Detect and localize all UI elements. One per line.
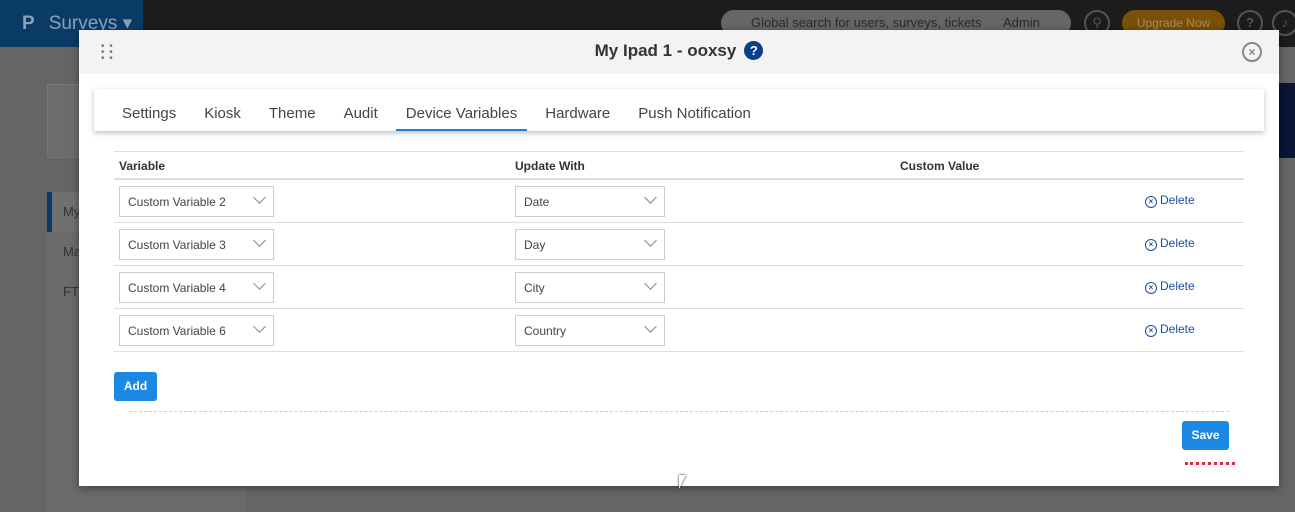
chevron-down-icon xyxy=(253,277,266,290)
selected-value: Country xyxy=(524,324,567,338)
update-with-select[interactable]: Day xyxy=(515,229,665,260)
variable-select[interactable]: Custom Variable 6 xyxy=(119,315,274,346)
background-banner xyxy=(1279,83,1295,158)
account-dropdown[interactable]: Admin xyxy=(1003,15,1040,30)
selected-value: City xyxy=(524,281,545,295)
chevron-down-icon xyxy=(644,191,657,204)
search-placeholder: Global search for users, surveys, ticket… xyxy=(751,15,982,30)
variable-select[interactable]: Custom Variable 3 xyxy=(119,229,274,260)
table-row: Custom Variable 4 City × Delete xyxy=(114,266,1244,309)
chevron-down-icon xyxy=(253,234,266,247)
delete-label: Delete xyxy=(1160,322,1195,336)
delete-button[interactable]: × Delete xyxy=(1145,279,1195,294)
delete-label: Delete xyxy=(1160,279,1195,293)
device-modal: • • • • • • My Ipad 1 - ooxsy? × Settings … xyxy=(79,30,1279,486)
table-header: Variable Update With Custom Value xyxy=(114,151,1244,180)
close-circle-icon: × xyxy=(1145,196,1157,208)
delete-button[interactable]: × Delete xyxy=(1145,322,1195,337)
selected-value: Date xyxy=(524,195,550,209)
selected-value: Custom Variable 2 xyxy=(128,195,226,209)
chevron-down-icon xyxy=(644,277,657,290)
variable-select[interactable]: Custom Variable 2 xyxy=(119,186,274,217)
close-circle-icon: × xyxy=(1145,239,1157,251)
tab-bar: Settings Kiosk Theme Audit Device Variab… xyxy=(94,89,1264,131)
tab-kiosk[interactable]: Kiosk xyxy=(204,89,241,131)
add-button[interactable]: Add xyxy=(114,372,157,401)
modal-title: My Ipad 1 - ooxsy xyxy=(594,41,737,60)
selected-value: Custom Variable 6 xyxy=(128,324,226,338)
close-circle-icon: × xyxy=(1145,325,1157,337)
delete-button[interactable]: × Delete xyxy=(1145,193,1195,208)
close-circle-icon: × xyxy=(1145,282,1157,294)
chevron-down-icon xyxy=(253,320,266,333)
update-with-select[interactable]: Country xyxy=(515,315,665,346)
mouse-cursor xyxy=(679,475,686,489)
table-row: Custom Variable 6 Country × Delete xyxy=(114,309,1244,352)
column-header: Variable xyxy=(119,159,166,173)
tab-push-notification[interactable]: Push Notification xyxy=(638,89,751,131)
selected-value: Custom Variable 3 xyxy=(128,238,226,252)
variables-table: Variable Update With Custom Value Custom… xyxy=(114,151,1244,352)
delete-label: Delete xyxy=(1160,236,1195,250)
delete-button[interactable]: × Delete xyxy=(1145,236,1195,251)
chevron-down-icon xyxy=(253,191,266,204)
column-header: Custom Value xyxy=(900,159,980,173)
close-icon[interactable]: × xyxy=(1242,42,1262,62)
table-row: Custom Variable 2 Date × Delete xyxy=(114,180,1244,223)
selected-value: Day xyxy=(524,238,546,252)
modal-header: • • • • • • My Ipad 1 - ooxsy? × xyxy=(79,30,1279,74)
tab-theme[interactable]: Theme xyxy=(269,89,316,131)
column-header: Update With xyxy=(515,159,585,173)
table-row: Custom Variable 3 Day × Delete xyxy=(114,223,1244,266)
tab-device-variables[interactable]: Device Variables xyxy=(395,89,528,131)
delete-label: Delete xyxy=(1160,193,1195,207)
selected-value: Custom Variable 4 xyxy=(128,281,226,295)
tab-hardware[interactable]: Hardware xyxy=(545,89,610,131)
update-with-select[interactable]: City xyxy=(515,272,665,303)
variable-select[interactable]: Custom Variable 4 xyxy=(119,272,274,303)
logo-icon: P xyxy=(22,13,35,34)
chevron-down-icon xyxy=(644,320,657,333)
tab-settings[interactable]: Settings xyxy=(122,89,176,131)
help-icon[interactable]: ? xyxy=(744,41,764,60)
divider xyxy=(129,411,1229,412)
save-button[interactable]: Save xyxy=(1182,421,1229,450)
chevron-down-icon xyxy=(644,234,657,247)
focus-indicator xyxy=(1185,462,1235,465)
tab-audit[interactable]: Audit xyxy=(344,89,378,131)
update-with-select[interactable]: Date xyxy=(515,186,665,217)
